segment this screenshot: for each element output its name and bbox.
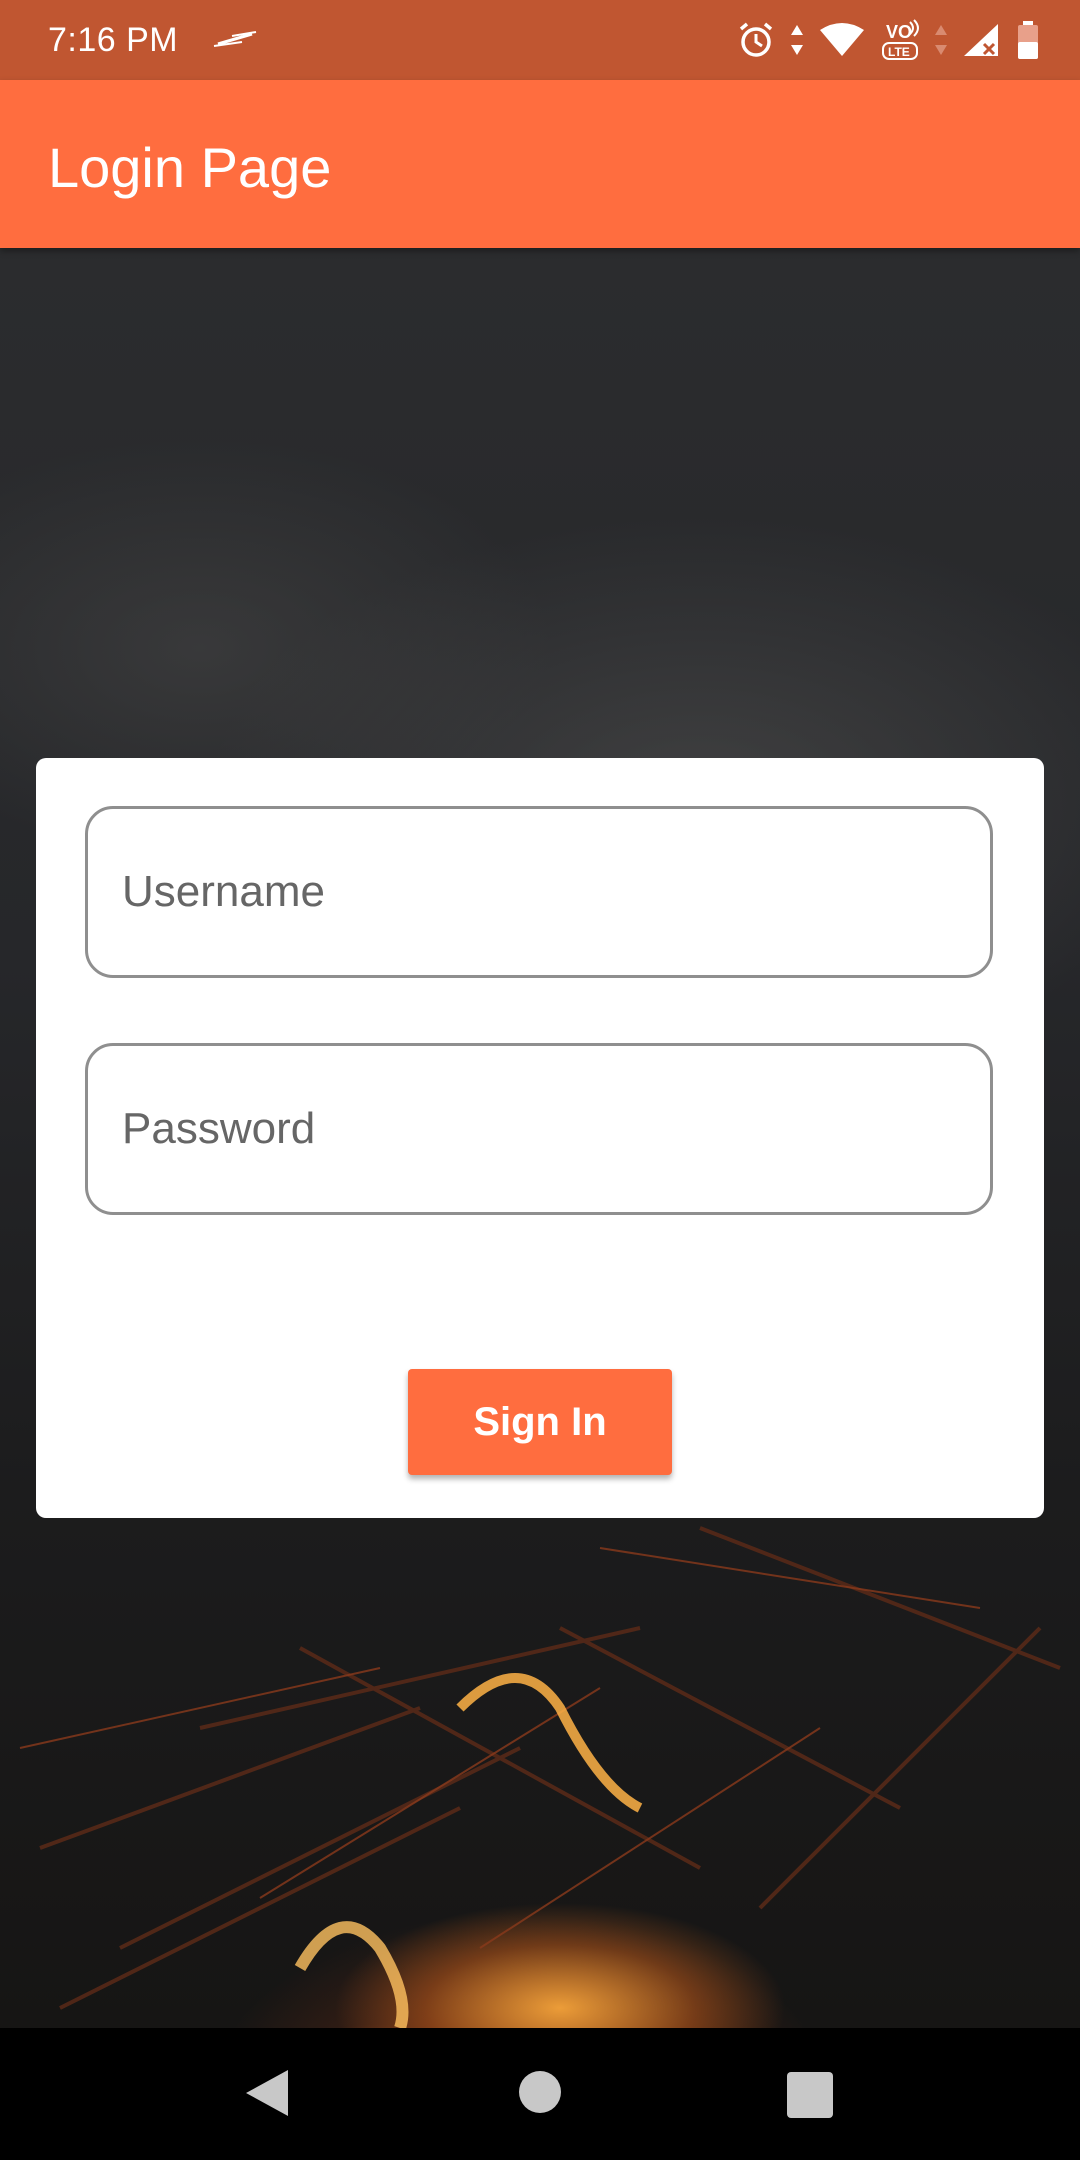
password-field[interactable] [85, 1043, 993, 1215]
status-icons: VO LTE [736, 18, 1040, 62]
home-icon[interactable] [518, 2070, 562, 2119]
volte-icon: VO LTE [880, 18, 920, 62]
sign-in-button[interactable]: Sign In [408, 1369, 672, 1475]
username-field[interactable] [85, 806, 993, 978]
back-icon[interactable] [244, 2068, 290, 2123]
wifi-icon [818, 22, 866, 58]
status-bar: 7:16 PM VO LTE [0, 0, 1080, 80]
svg-text:VO: VO [886, 22, 912, 42]
navigation-bar [0, 2028, 1080, 2160]
login-card: Sign In [36, 758, 1044, 1518]
data-arrows-icon [934, 23, 948, 57]
app-bar: Login Page [0, 80, 1080, 248]
svg-text:LTE: LTE [888, 45, 910, 59]
alarm-icon [736, 20, 776, 60]
page-title: Login Page [48, 136, 332, 199]
data-arrows-icon [790, 23, 804, 57]
recents-icon[interactable] [787, 2072, 833, 2123]
cell-signal-icon [962, 22, 1002, 58]
username-input[interactable] [122, 809, 942, 975]
battery-icon [1016, 20, 1040, 60]
password-input[interactable] [122, 1046, 942, 1212]
signal-app-icon [212, 28, 260, 52]
status-time: 7:16 PM [48, 21, 179, 59]
